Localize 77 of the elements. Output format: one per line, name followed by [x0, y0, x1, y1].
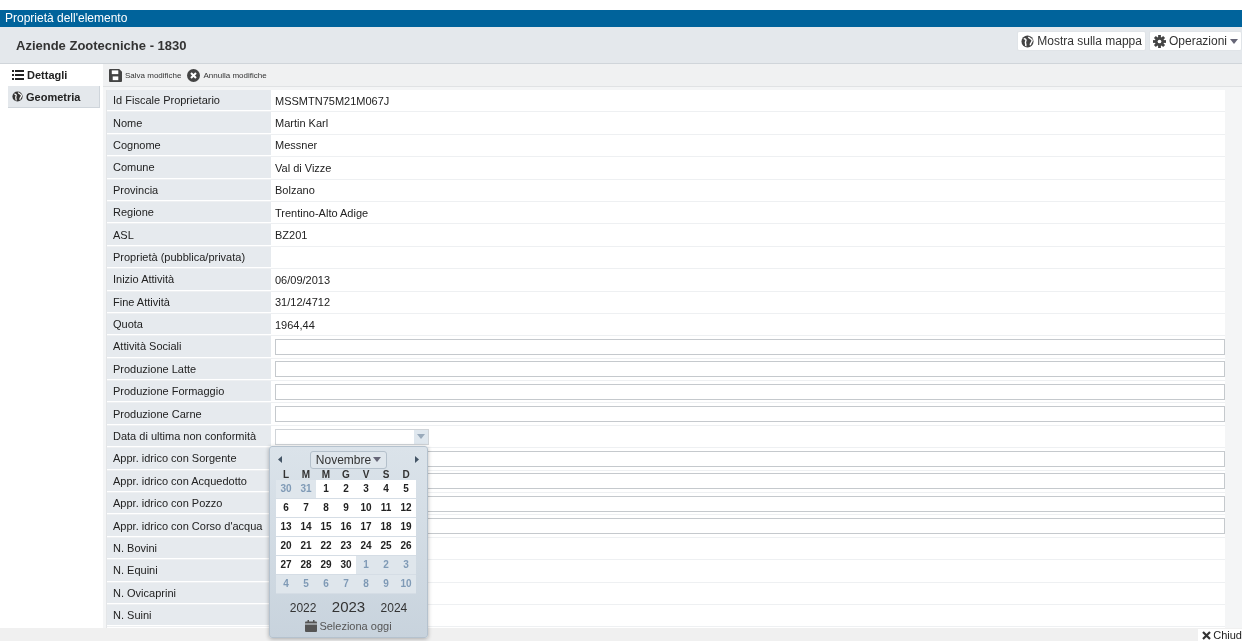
year-option[interactable]: 2024	[380, 600, 408, 615]
field-label: Data di ultima non conformità	[107, 425, 271, 448]
year-option[interactable]: 2023	[331, 597, 366, 615]
caret-icon	[417, 434, 425, 440]
input-field[interactable]	[275, 406, 1225, 423]
field-label: ASL	[107, 224, 271, 246]
field-label: N. Ovicaprini	[107, 582, 271, 604]
calendar-day[interactable]: 5	[396, 479, 416, 499]
operations-menu-button[interactable]: Operazioni	[1148, 31, 1242, 51]
gear-icon	[1152, 34, 1166, 48]
field-label: Produzione Formaggio	[107, 381, 271, 403]
field-label: Proprietà (pubblica/privata)	[107, 246, 271, 269]
panel-title: Aziende Zootecniche - 1830	[16, 37, 187, 53]
window-title: Proprietà dell'elemento	[0, 10, 1242, 27]
field-label: Appr. idrico con Acquedotto	[107, 470, 271, 493]
weekday-label: V	[361, 468, 371, 480]
field-label: Regione	[107, 201, 271, 224]
calendar-icon	[305, 619, 318, 632]
input-field[interactable]	[275, 361, 1225, 378]
field-value: BZ201	[275, 229, 308, 242]
weekday-label: M	[300, 468, 312, 480]
next-icon[interactable]	[415, 456, 419, 464]
list-icon	[12, 70, 24, 80]
caret-icon	[373, 457, 382, 463]
weekday-label: G	[341, 468, 351, 480]
field-label: Appr. idrico con Corso d'acqua	[107, 515, 271, 537]
cancel-button[interactable]: Annulla modifiche	[187, 68, 267, 82]
weekday-label: D	[401, 468, 411, 480]
field-value: 06/09/2013	[275, 273, 331, 286]
show-on-map-button[interactable]: Mostra sulla mappa	[1017, 31, 1146, 51]
field-value: Bolzano	[275, 184, 315, 197]
field-label: N. Equini	[107, 560, 271, 582]
field-value: Messner	[275, 139, 318, 152]
field-value: MSSMTN75M21M067J	[275, 94, 390, 107]
save-button[interactable]: Salva modifiche	[109, 68, 182, 82]
close-button[interactable]: Chiud	[1198, 629, 1242, 641]
field-label: Appr. idrico con Sorgente	[107, 448, 271, 470]
input-field[interactable]	[275, 383, 1225, 400]
close-icon	[187, 68, 201, 82]
calendar-day[interactable]: 4	[376, 479, 396, 499]
input-field[interactable]	[275, 339, 1225, 355]
calendar-day[interactable]: 2	[336, 479, 356, 499]
field-label: N. Suini	[107, 605, 271, 627]
field-value: Val di Vizze	[275, 161, 332, 174]
calendar-day[interactable]: 1	[316, 479, 336, 499]
field-label: N. Bovini	[107, 537, 271, 560]
field-label: Provincia	[107, 179, 271, 201]
year-option[interactable]: 2022	[289, 600, 317, 615]
field-label: Inizio Attività	[107, 269, 271, 291]
previous-icon[interactable]	[278, 456, 282, 464]
field-value: Trentino-Alto Adige	[275, 206, 369, 219]
field-label: Id Fiscale Proprietario	[107, 90, 271, 112]
field-label: Comune	[107, 157, 271, 179]
field-label: Produzione Carne	[107, 403, 271, 425]
weekday-label: S	[381, 468, 391, 480]
field-value: 31/12/4712	[275, 296, 331, 309]
field-label: Produzione Latte	[107, 358, 271, 381]
field-label: Quota	[107, 313, 271, 336]
field-label: Fine Attività	[107, 291, 271, 313]
close-icon	[1202, 630, 1212, 640]
date-field[interactable]	[275, 428, 429, 445]
field-value: Martin Karl	[275, 117, 329, 130]
field-label: Appr. idrico con Pozzo	[107, 493, 271, 515]
globe-icon	[1021, 34, 1035, 48]
field-label: Cognome	[107, 134, 271, 157]
field-label: Nome	[107, 112, 271, 134]
select-today-button[interactable]: Seleziona oggi	[299, 618, 398, 633]
tab[interactable]: Geometria	[8, 86, 100, 108]
field-value: 1964,44	[275, 318, 315, 331]
dropdown-button[interactable]	[414, 429, 428, 444]
globe-icon	[12, 91, 23, 102]
caret-icon	[1230, 38, 1238, 44]
weekday-label: L	[281, 468, 291, 480]
month-dropdown[interactable]: Novembre	[309, 450, 388, 469]
calendar-day[interactable]: 3	[356, 479, 376, 499]
weekday-label: M	[320, 468, 332, 480]
field-label: Attività Sociali	[107, 336, 271, 358]
